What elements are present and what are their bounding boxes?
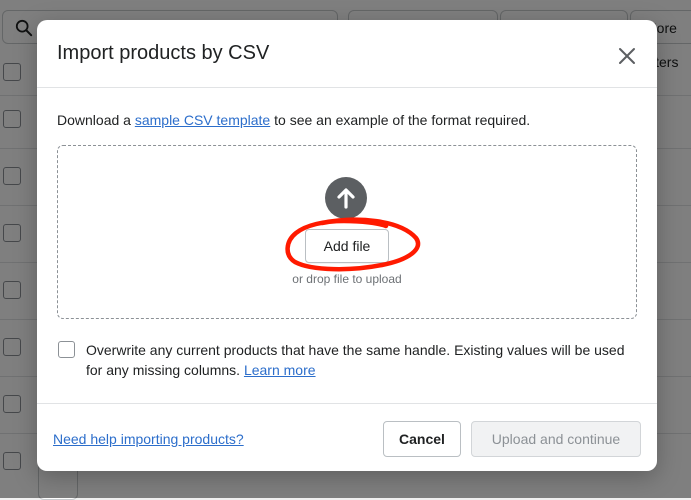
close-button[interactable] bbox=[611, 40, 643, 72]
overwrite-label: Overwrite any current products that have… bbox=[86, 340, 626, 380]
cancel-button[interactable]: Cancel bbox=[383, 421, 461, 457]
intro-prefix: Download a bbox=[57, 112, 131, 128]
modal-header: Import products by CSV bbox=[37, 20, 657, 88]
drop-hint-text: or drop file to upload bbox=[292, 272, 402, 286]
modal-title: Import products by CSV bbox=[57, 42, 270, 64]
import-products-modal: Import products by CSV Download a sample… bbox=[37, 20, 657, 471]
intro-suffix: to see an example of the format required… bbox=[274, 112, 531, 128]
sample-csv-template-link[interactable]: sample CSV template bbox=[135, 112, 270, 128]
help-importing-link[interactable]: Need help importing products? bbox=[53, 431, 244, 447]
overwrite-checkbox[interactable] bbox=[58, 341, 75, 358]
file-dropzone[interactable]: Add file or drop file to upload bbox=[57, 145, 637, 319]
overwrite-description: Overwrite any current products that have… bbox=[86, 342, 625, 378]
close-icon bbox=[619, 48, 635, 64]
learn-more-link[interactable]: Learn more bbox=[244, 362, 316, 378]
modal-footer: Need help importing products? Cancel Upl… bbox=[37, 403, 657, 471]
arrow-up-icon bbox=[325, 177, 367, 219]
add-file-button[interactable]: Add file bbox=[305, 229, 389, 263]
intro-text: Download a sample CSV template to see an… bbox=[57, 112, 530, 128]
upload-and-continue-button: Upload and continue bbox=[471, 421, 641, 457]
